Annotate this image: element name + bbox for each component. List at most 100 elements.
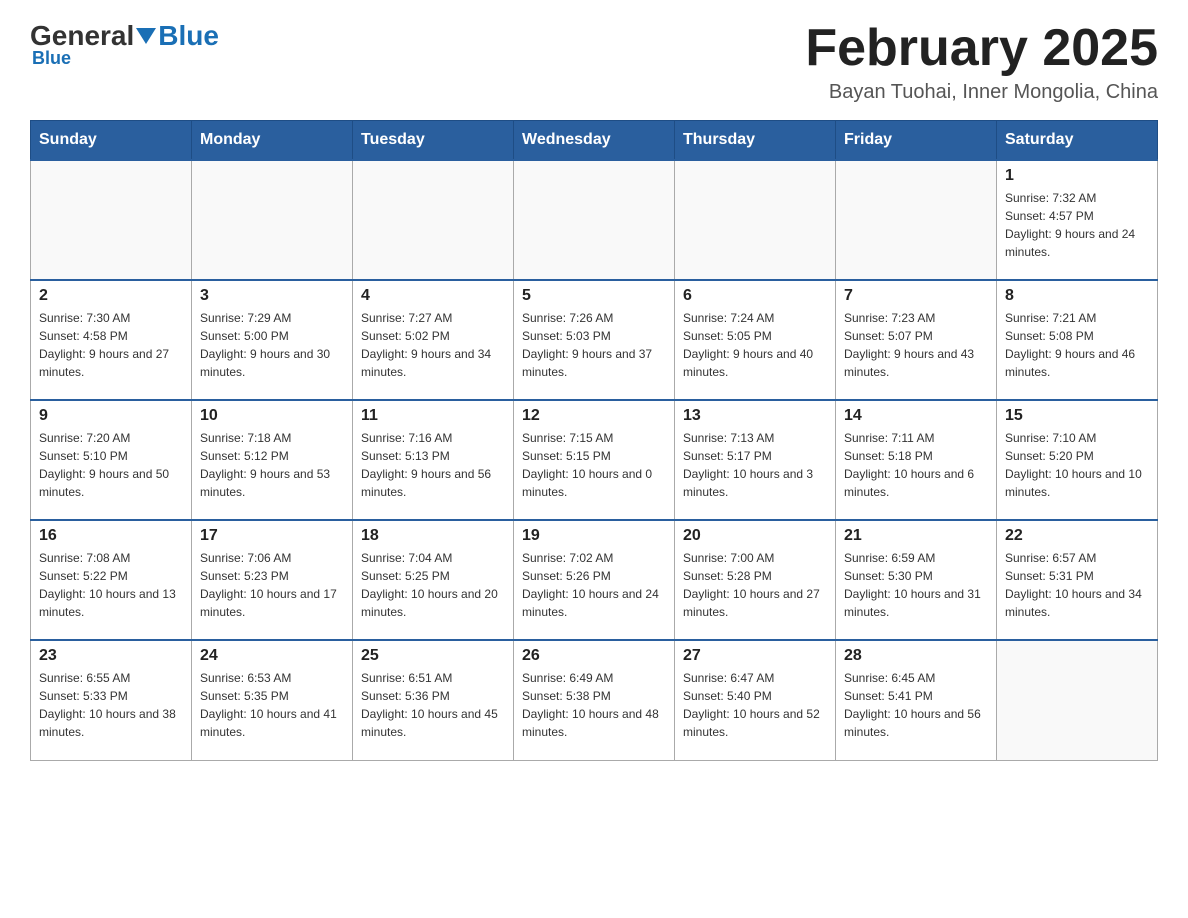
- calendar-table: SundayMondayTuesdayWednesdayThursdayFrid…: [30, 120, 1158, 761]
- day-info: Sunrise: 7:13 AM Sunset: 5:17 PM Dayligh…: [683, 429, 827, 501]
- calendar-cell: 20Sunrise: 7:00 AM Sunset: 5:28 PM Dayli…: [675, 520, 836, 640]
- calendar-cell: 10 Sunrise: 7:18 AM Sunset: 5:12 PM Dayli…: [192, 400, 353, 520]
- calendar-cell: [192, 160, 353, 280]
- day-info: Sunrise: 7:18 AM Sunset: 5:12 PM Dayligh…: [200, 429, 344, 501]
- calendar-cell: 9 Sunrise: 7:20 AM Sunset: 5:10 PM Daylig…: [31, 400, 192, 520]
- calendar-cell: [353, 160, 514, 280]
- day-info: Sunrise: 6:45 AM Sunset: 5:41 PM Dayligh…: [844, 669, 988, 741]
- day-number: 10: [200, 407, 344, 425]
- calendar-week-row: 16 Sunrise: 7:08 AM Sunset: 5:22 PM Dayli…: [31, 520, 1158, 640]
- calendar-header-wednesday: Wednesday: [514, 121, 675, 161]
- calendar-cell: 1 Sunrise: 7:32 AM Sunset: 4:57 PM Daylig…: [997, 160, 1158, 280]
- calendar-cell: 24 Sunrise: 6:53 AM Sunset: 5:35 PM Dayli…: [192, 640, 353, 760]
- calendar-week-row: 2 Sunrise: 7:30 AM Sunset: 4:58 PM Daylig…: [31, 280, 1158, 400]
- day-number: 2: [39, 287, 183, 305]
- calendar-cell: 6 Sunrise: 7:24 AM Sunset: 5:05 PM Daylig…: [675, 280, 836, 400]
- calendar-cell: 7Sunrise: 7:23 AM Sunset: 5:07 PM Daylig…: [836, 280, 997, 400]
- page-header: General Blue Blue February 2025 Bayan Tu…: [30, 20, 1158, 104]
- calendar-week-row: 9 Sunrise: 7:20 AM Sunset: 5:10 PM Daylig…: [31, 400, 1158, 520]
- day-info: Sunrise: 7:32 AM Sunset: 4:57 PM Dayligh…: [1005, 189, 1149, 261]
- day-number: 3: [200, 287, 344, 305]
- day-info: Sunrise: 6:47 AM Sunset: 5:40 PM Dayligh…: [683, 669, 827, 741]
- calendar-cell: [514, 160, 675, 280]
- title-area: February 2025 Bayan Tuohai, Inner Mongol…: [805, 20, 1158, 104]
- day-info: Sunrise: 7:08 AM Sunset: 5:22 PM Dayligh…: [39, 549, 183, 621]
- month-title: February 2025: [805, 20, 1158, 77]
- day-info: Sunrise: 7:02 AM Sunset: 5:26 PM Dayligh…: [522, 549, 666, 621]
- day-number: 13: [683, 407, 827, 425]
- day-info: Sunrise: 7:27 AM Sunset: 5:02 PM Dayligh…: [361, 309, 505, 381]
- day-number: 23: [39, 647, 183, 665]
- day-number: 14: [844, 407, 988, 425]
- calendar-header-sunday: Sunday: [31, 121, 192, 161]
- day-info: Sunrise: 7:11 AM Sunset: 5:18 PM Dayligh…: [844, 429, 988, 501]
- day-info: Sunrise: 7:30 AM Sunset: 4:58 PM Dayligh…: [39, 309, 183, 381]
- calendar-cell: 8 Sunrise: 7:21 AM Sunset: 5:08 PM Daylig…: [997, 280, 1158, 400]
- day-number: 22: [1005, 527, 1149, 545]
- day-number: 6: [683, 287, 827, 305]
- day-number: 8: [1005, 287, 1149, 305]
- calendar-header-thursday: Thursday: [675, 121, 836, 161]
- day-info: Sunrise: 7:21 AM Sunset: 5:08 PM Dayligh…: [1005, 309, 1149, 381]
- day-number: 27: [683, 647, 827, 665]
- day-info: Sunrise: 7:20 AM Sunset: 5:10 PM Dayligh…: [39, 429, 183, 501]
- day-info: Sunrise: 7:29 AM Sunset: 5:00 PM Dayligh…: [200, 309, 344, 381]
- day-info: Sunrise: 6:55 AM Sunset: 5:33 PM Dayligh…: [39, 669, 183, 741]
- day-info: Sunrise: 7:24 AM Sunset: 5:05 PM Dayligh…: [683, 309, 827, 381]
- calendar-cell: 14 Sunrise: 7:11 AM Sunset: 5:18 PM Dayli…: [836, 400, 997, 520]
- day-number: 15: [1005, 407, 1149, 425]
- logo-blue-text: Blue: [158, 20, 219, 52]
- day-number: 4: [361, 287, 505, 305]
- day-number: 17: [200, 527, 344, 545]
- day-number: 9: [39, 407, 183, 425]
- day-number: 24: [200, 647, 344, 665]
- location-subtitle: Bayan Tuohai, Inner Mongolia, China: [805, 81, 1158, 104]
- day-number: 18: [361, 527, 505, 545]
- logo-triangle-icon: [136, 28, 156, 44]
- calendar-cell: [31, 160, 192, 280]
- calendar-cell: 4 Sunrise: 7:27 AM Sunset: 5:02 PM Daylig…: [353, 280, 514, 400]
- day-number: 21: [844, 527, 988, 545]
- day-info: Sunrise: 7:10 AM Sunset: 5:20 PM Dayligh…: [1005, 429, 1149, 501]
- day-number: 28: [844, 647, 988, 665]
- calendar-cell: [997, 640, 1158, 760]
- day-info: Sunrise: 6:57 AM Sunset: 5:31 PM Dayligh…: [1005, 549, 1149, 621]
- calendar-cell: 28 Sunrise: 6:45 AM Sunset: 5:41 PM Dayli…: [836, 640, 997, 760]
- calendar-cell: 2 Sunrise: 7:30 AM Sunset: 4:58 PM Daylig…: [31, 280, 192, 400]
- calendar-cell: 16 Sunrise: 7:08 AM Sunset: 5:22 PM Dayli…: [31, 520, 192, 640]
- day-number: 25: [361, 647, 505, 665]
- day-number: 5: [522, 287, 666, 305]
- calendar-cell: 22 Sunrise: 6:57 AM Sunset: 5:31 PM Dayli…: [997, 520, 1158, 640]
- calendar-cell: [675, 160, 836, 280]
- calendar-header-monday: Monday: [192, 121, 353, 161]
- calendar-cell: 17Sunrise: 7:06 AM Sunset: 5:23 PM Dayli…: [192, 520, 353, 640]
- calendar-cell: 12Sunrise: 7:15 AM Sunset: 5:15 PM Dayli…: [514, 400, 675, 520]
- day-info: Sunrise: 6:49 AM Sunset: 5:38 PM Dayligh…: [522, 669, 666, 741]
- day-info: Sunrise: 7:26 AM Sunset: 5:03 PM Dayligh…: [522, 309, 666, 381]
- day-info: Sunrise: 7:00 AM Sunset: 5:28 PM Dayligh…: [683, 549, 827, 621]
- calendar-cell: 13 Sunrise: 7:13 AM Sunset: 5:17 PM Dayli…: [675, 400, 836, 520]
- day-number: 16: [39, 527, 183, 545]
- day-number: 1: [1005, 167, 1149, 185]
- calendar-cell: 19 Sunrise: 7:02 AM Sunset: 5:26 PM Dayli…: [514, 520, 675, 640]
- calendar-cell: 3 Sunrise: 7:29 AM Sunset: 5:00 PM Daylig…: [192, 280, 353, 400]
- day-info: Sunrise: 7:16 AM Sunset: 5:13 PM Dayligh…: [361, 429, 505, 501]
- calendar-header-friday: Friday: [836, 121, 997, 161]
- calendar-cell: 15 Sunrise: 7:10 AM Sunset: 5:20 PM Dayli…: [997, 400, 1158, 520]
- day-info: Sunrise: 6:51 AM Sunset: 5:36 PM Dayligh…: [361, 669, 505, 741]
- calendar-week-row: 23 Sunrise: 6:55 AM Sunset: 5:33 PM Dayli…: [31, 640, 1158, 760]
- calendar-cell: 21Sunrise: 6:59 AM Sunset: 5:30 PM Dayli…: [836, 520, 997, 640]
- calendar-header-saturday: Saturday: [997, 121, 1158, 161]
- day-number: 26: [522, 647, 666, 665]
- calendar-cell: 5 Sunrise: 7:26 AM Sunset: 5:03 PM Daylig…: [514, 280, 675, 400]
- day-number: 12: [522, 407, 666, 425]
- day-info: Sunrise: 7:04 AM Sunset: 5:25 PM Dayligh…: [361, 549, 505, 621]
- calendar-cell: 27 Sunrise: 6:47 AM Sunset: 5:40 PM Dayli…: [675, 640, 836, 760]
- day-number: 11: [361, 407, 505, 425]
- day-number: 19: [522, 527, 666, 545]
- calendar-header-tuesday: Tuesday: [353, 121, 514, 161]
- day-number: 7: [844, 287, 988, 305]
- day-info: Sunrise: 6:53 AM Sunset: 5:35 PM Dayligh…: [200, 669, 344, 741]
- calendar-cell: 25 Sunrise: 6:51 AM Sunset: 5:36 PM Dayli…: [353, 640, 514, 760]
- calendar-cell: [836, 160, 997, 280]
